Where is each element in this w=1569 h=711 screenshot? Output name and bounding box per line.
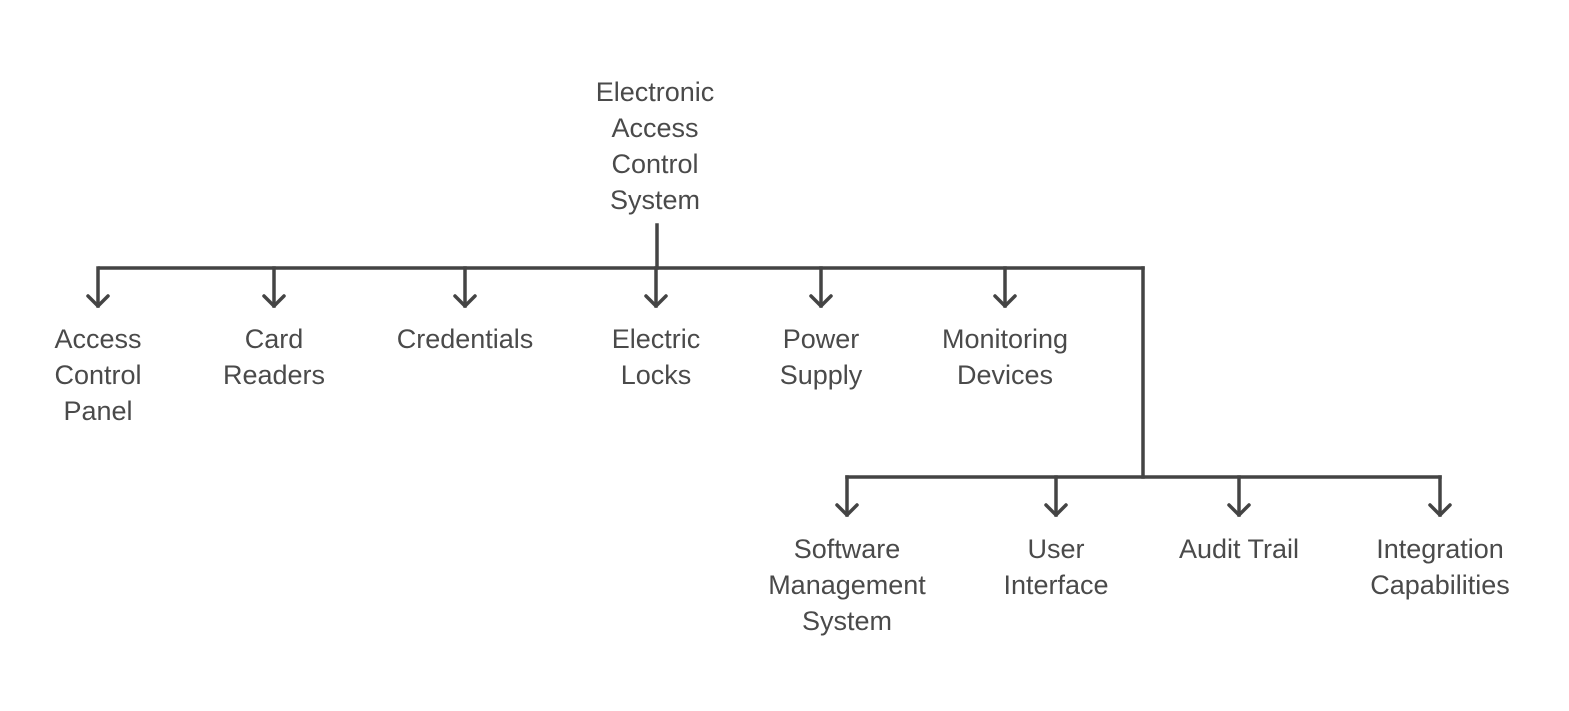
node-card-readers: Card Readers — [222, 324, 326, 390]
node-electric-locks: Electric Locks — [611, 324, 701, 390]
node-integration-capabilities: Integration Capabilities — [1370, 534, 1510, 600]
node-power-supply: Power Supply — [779, 324, 863, 390]
node-electronic-access-control-system: Electronic Access Control System — [595, 77, 715, 215]
node-software-management-system: Software Management System — [768, 534, 926, 636]
node-user-interface: User Interface — [1003, 534, 1109, 600]
node-credentials: Credentials — [396, 324, 534, 354]
node-audit-trail: Audit Trail — [1178, 534, 1300, 564]
node-access-control-panel: Access Control Panel — [54, 324, 142, 426]
access-control-tree-diagram: Electronic Access Control System Access … — [0, 0, 1569, 711]
node-monitoring-devices: Monitoring Devices — [941, 324, 1069, 390]
